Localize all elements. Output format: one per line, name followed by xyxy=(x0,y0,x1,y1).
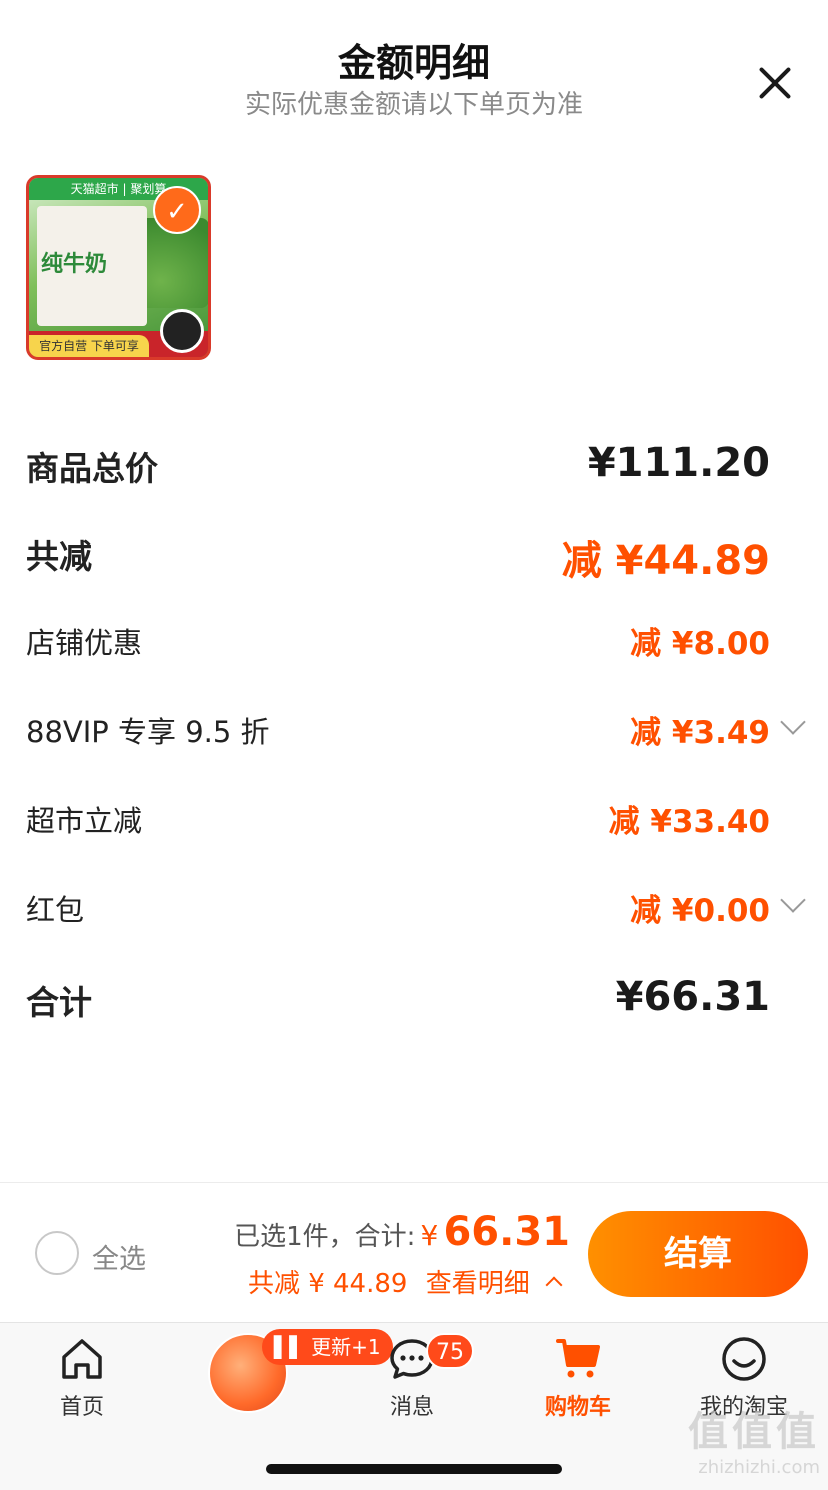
row-store-discount: 店铺优惠 减 ¥8.00 xyxy=(26,610,806,670)
row-value: 减 ¥8.00 xyxy=(630,626,770,662)
product-thumbnail[interactable]: 天猫超市 | 聚划算 纯牛奶 ✓ 官方自营 下单可享 xyxy=(26,175,211,360)
tab-cart[interactable]: 购物车 xyxy=(508,1323,648,1433)
product-box-label: 纯牛奶 xyxy=(41,252,108,277)
select-all-radio[interactable] xyxy=(35,1231,79,1275)
row-total-discount: 共减 减 ¥44.89 xyxy=(26,520,806,584)
row-label: 合计 xyxy=(26,983,92,1022)
tab-label: 首页 xyxy=(59,1395,104,1420)
row-value: ¥66.31 xyxy=(615,974,770,1020)
mascot-icon xyxy=(160,309,204,353)
row-red-packet[interactable]: 红包 减 ¥0.00 xyxy=(26,877,806,937)
sheet-title: 金额明细 xyxy=(337,41,490,85)
cart-icon xyxy=(556,1339,600,1378)
row-label: 商品总价 xyxy=(26,449,158,488)
check-icon[interactable]: ✓ xyxy=(153,186,201,234)
chevron-down-icon[interactable] xyxy=(780,709,806,735)
view-detail-link[interactable]: 共减 ¥ 44.89 查看明细 xyxy=(247,1263,563,1300)
message-count-badge: 75 xyxy=(426,1333,474,1369)
watermark-logo: 值值值 xyxy=(688,1409,820,1455)
row-label: 超市立减 xyxy=(26,804,143,838)
discount-summary-text: 共减 ¥ 44.89 xyxy=(247,1269,408,1299)
close-icon[interactable] xyxy=(752,60,798,106)
row-label: 88VIP 专享 9.5 折 xyxy=(26,715,270,749)
row-label: 红包 xyxy=(26,893,85,927)
smiley-icon xyxy=(722,1337,766,1381)
tab-label: 消息 xyxy=(389,1395,434,1420)
sheet-subtitle: 实际优惠金额请以下单页为准 xyxy=(244,90,583,120)
stats-icon: ▌▌ xyxy=(274,1335,305,1359)
checkout-summary: 已选1件，合计: ¥ 66.31 xyxy=(234,1209,570,1255)
view-detail-label[interactable]: 查看明细 xyxy=(426,1269,530,1299)
home-icon xyxy=(62,1339,102,1379)
row-value: 减 ¥3.49 xyxy=(630,715,770,751)
row-label: 共减 xyxy=(26,537,92,576)
watermark-url: zhizhizhi.com xyxy=(698,1457,820,1478)
product-footer-label: 官方自营 下单可享 xyxy=(29,335,149,357)
row-value: 减 ¥0.00 xyxy=(630,893,770,929)
select-all-label[interactable]: 全选 xyxy=(92,1237,146,1276)
chevron-down-icon[interactable] xyxy=(780,887,806,913)
watermark: 值值值 zhizhizhi.com xyxy=(688,1399,820,1478)
selected-count-text: 已选1件，合计: xyxy=(234,1222,416,1252)
currency-symbol: ¥ xyxy=(420,1219,439,1252)
chevron-up-icon[interactable] xyxy=(545,1276,563,1293)
home-indicator[interactable] xyxy=(266,1464,562,1474)
tab-home[interactable]: 首页 xyxy=(12,1323,152,1433)
amount-detail-sheet: 金额明细 实际优惠金额请以下单页为准 天猫超市 | 聚划算 纯牛奶 ✓ 官方自营… xyxy=(0,0,828,1182)
checkout-total: 66.31 xyxy=(443,1209,570,1255)
row-label: 店铺优惠 xyxy=(26,626,143,660)
product-box: 纯牛奶 xyxy=(37,206,147,326)
row-supermarket-discount: 超市立减 减 ¥33.40 xyxy=(26,788,806,848)
tab-label: 购物车 xyxy=(544,1395,611,1420)
row-grand-total: 合计 ¥66.31 xyxy=(26,966,806,1026)
checkout-button[interactable]: 结算 xyxy=(588,1211,808,1297)
checkout-bar: 全选 已选1件，合计: ¥ 66.31 共减 ¥ 44.89 查看明细 结算 xyxy=(0,1182,828,1322)
row-value: ¥111.20 xyxy=(587,440,770,486)
row-value: 减 ¥44.89 xyxy=(561,538,770,584)
row-total-price: 商品总价 ¥111.20 xyxy=(26,432,806,492)
row-value: 减 ¥33.40 xyxy=(608,804,770,840)
row-88vip-discount[interactable]: 88VIP 专享 9.5 折 减 ¥3.49 xyxy=(26,699,806,759)
